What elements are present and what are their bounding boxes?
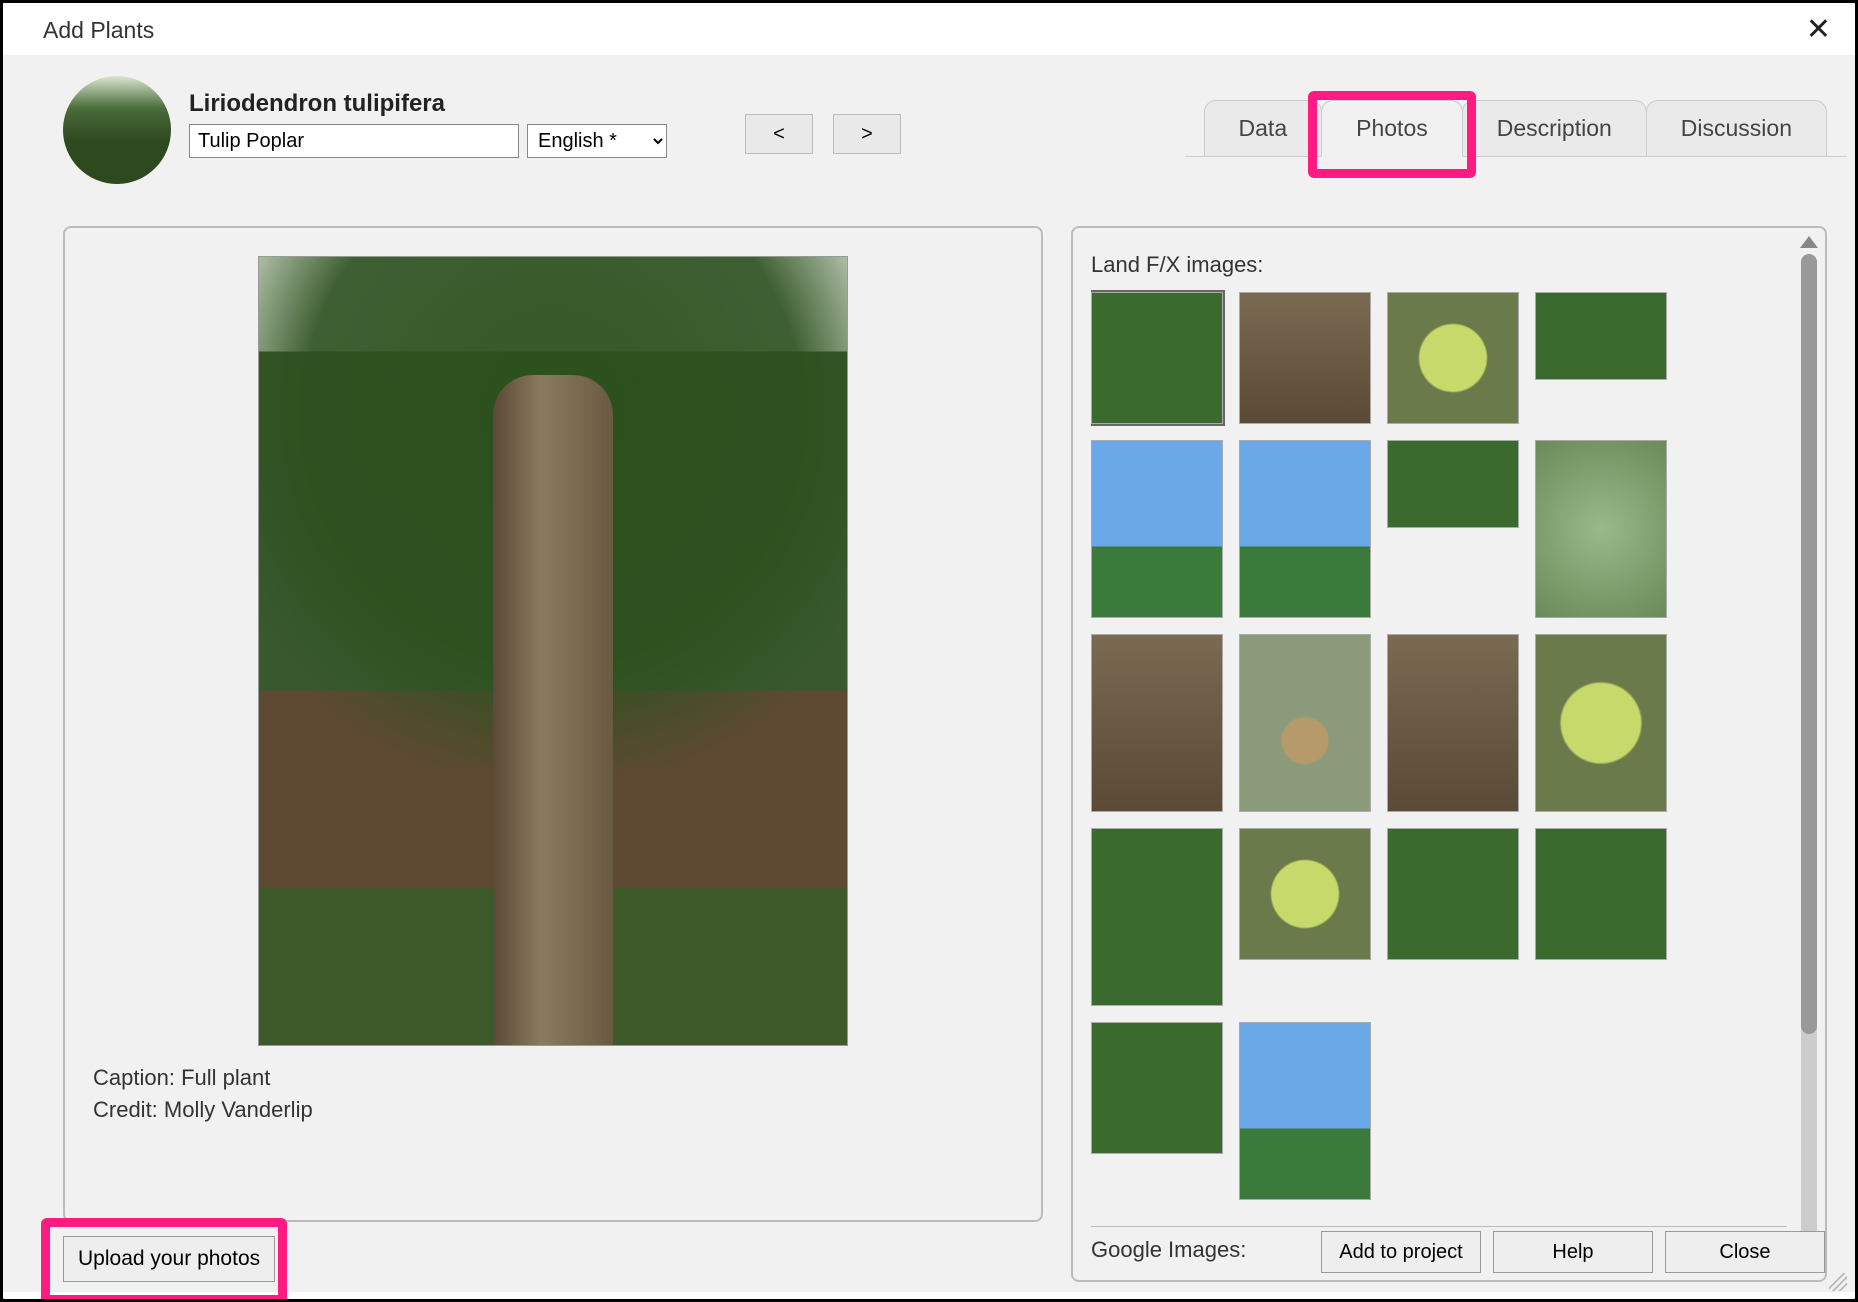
tab-description[interactable]: Description bbox=[1462, 100, 1647, 157]
next-button[interactable]: > bbox=[833, 114, 901, 154]
thumbnail[interactable] bbox=[1239, 634, 1371, 812]
thumbnail[interactable] bbox=[1535, 828, 1667, 960]
plant-identity: Liriodendron tulipifera English * bbox=[189, 90, 667, 158]
tab-discussion[interactable]: Discussion bbox=[1646, 100, 1827, 157]
dialog-window: Add Plants ✕ Liriodendron tulipifera Eng… bbox=[0, 0, 1858, 1302]
thumbnail[interactable] bbox=[1387, 828, 1519, 960]
close-button[interactable]: Close bbox=[1665, 1231, 1825, 1273]
prev-button[interactable]: < bbox=[745, 114, 813, 154]
divider bbox=[1091, 1226, 1787, 1227]
add-to-project-button[interactable]: Add to project bbox=[1321, 1231, 1481, 1273]
thumbnail[interactable] bbox=[1091, 440, 1223, 618]
panes: Caption: Full plant Credit: Molly Vander… bbox=[63, 226, 1827, 1282]
gallery-pane: Land F/X images: Google Images: bbox=[1071, 226, 1827, 1282]
scientific-name: Liriodendron tulipifera bbox=[189, 90, 667, 118]
thumbnail[interactable] bbox=[1535, 634, 1667, 812]
close-icon[interactable]: ✕ bbox=[1806, 15, 1831, 45]
scroll-up-icon[interactable] bbox=[1800, 236, 1818, 248]
thumbnail[interactable] bbox=[1239, 1022, 1371, 1200]
thumbnail-grid bbox=[1091, 292, 1787, 1200]
thumbnail[interactable] bbox=[1091, 828, 1223, 1006]
scroll-handle[interactable] bbox=[1801, 254, 1817, 1034]
tabs: Data Photos Description Discussion bbox=[1205, 100, 1827, 157]
resize-grip-icon[interactable] bbox=[1829, 1273, 1847, 1291]
thumbnail[interactable] bbox=[1239, 440, 1371, 618]
preview-image bbox=[258, 256, 848, 1046]
dialog-content: Liriodendron tulipifera English * < > Da… bbox=[3, 56, 1855, 1292]
thumbnail[interactable] bbox=[1091, 634, 1223, 812]
thumbnail[interactable] bbox=[1535, 440, 1667, 618]
titlebar: Add Plants ✕ bbox=[3, 3, 1855, 56]
gallery-section-label: Land F/X images: bbox=[1091, 252, 1787, 278]
tab-photos[interactable]: Photos bbox=[1321, 100, 1463, 157]
topbar: Liriodendron tulipifera English * < > Da… bbox=[63, 76, 1827, 184]
help-button[interactable]: Help bbox=[1493, 1231, 1653, 1273]
plant-avatar bbox=[63, 76, 171, 184]
thumbnail[interactable] bbox=[1239, 292, 1371, 424]
language-select[interactable]: English * bbox=[527, 124, 667, 158]
thumbnail[interactable] bbox=[1091, 1022, 1223, 1154]
tab-data[interactable]: Data bbox=[1204, 100, 1323, 157]
thumbnail[interactable] bbox=[1387, 634, 1519, 812]
preview-pane: Caption: Full plant Credit: Molly Vander… bbox=[63, 226, 1043, 1282]
thumbnail[interactable] bbox=[1387, 440, 1519, 528]
thumbnail[interactable] bbox=[1387, 292, 1519, 424]
upload-photos-button[interactable]: Upload your photos bbox=[63, 1236, 275, 1282]
scrollbar[interactable] bbox=[1797, 236, 1821, 1272]
preview-box: Caption: Full plant Credit: Molly Vander… bbox=[63, 226, 1043, 1222]
thumbnail[interactable] bbox=[1239, 828, 1371, 960]
dialog-title: Add Plants bbox=[43, 17, 154, 44]
footer-buttons: Add to project Help Close bbox=[1321, 1231, 1825, 1273]
thumbnail[interactable] bbox=[1091, 292, 1223, 424]
gallery-scroll[interactable]: Land F/X images: Google Images: bbox=[1091, 246, 1815, 1270]
thumbnail[interactable] bbox=[1535, 292, 1667, 380]
common-name-input[interactable] bbox=[189, 124, 519, 158]
preview-meta: Caption: Full plant Credit: Molly Vander… bbox=[93, 1062, 1013, 1126]
